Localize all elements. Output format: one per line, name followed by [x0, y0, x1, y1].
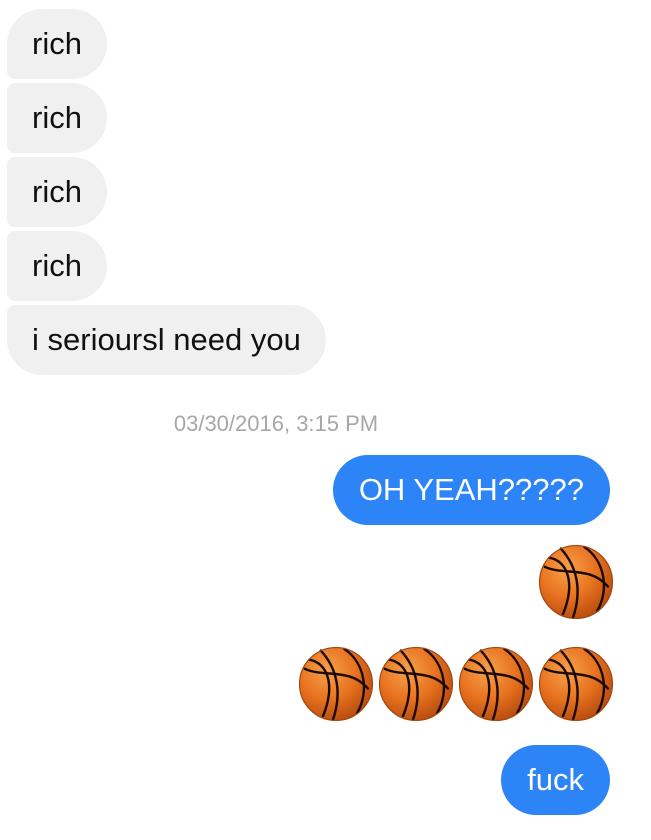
- message-text: i serioursl need you: [32, 322, 301, 357]
- message-text: OH YEAH?????: [358, 472, 584, 507]
- outgoing-emoji-message[interactable]: [538, 544, 614, 620]
- message-text: fuck: [527, 762, 584, 797]
- message-timestamp: 03/30/2016, 3:15 PM: [173, 411, 379, 436]
- incoming-message-bubble[interactable]: rich: [7, 83, 107, 153]
- basketball-icon: [298, 646, 374, 722]
- incoming-message-bubble[interactable]: rich: [7, 231, 107, 301]
- outgoing-emoji-message[interactable]: [298, 646, 614, 722]
- basketball-icon: [378, 646, 454, 722]
- basketball-icon: [538, 646, 614, 722]
- outgoing-message-bubble[interactable]: OH YEAH?????: [332, 455, 610, 525]
- basketball-icon: [458, 646, 534, 722]
- message-text: rich: [32, 174, 82, 209]
- message-text: rich: [32, 248, 82, 283]
- outgoing-message-bubble[interactable]: fuck: [501, 745, 610, 815]
- incoming-message-bubble[interactable]: i serioursl need you: [7, 305, 326, 375]
- incoming-message-bubble[interactable]: rich: [7, 157, 107, 227]
- message-thread: rich rich rich rich i serioursl need you…: [0, 0, 651, 840]
- basketball-icon: [538, 544, 614, 620]
- message-text: rich: [32, 100, 82, 135]
- incoming-message-bubble[interactable]: rich: [7, 9, 107, 79]
- message-text: rich: [32, 26, 82, 61]
